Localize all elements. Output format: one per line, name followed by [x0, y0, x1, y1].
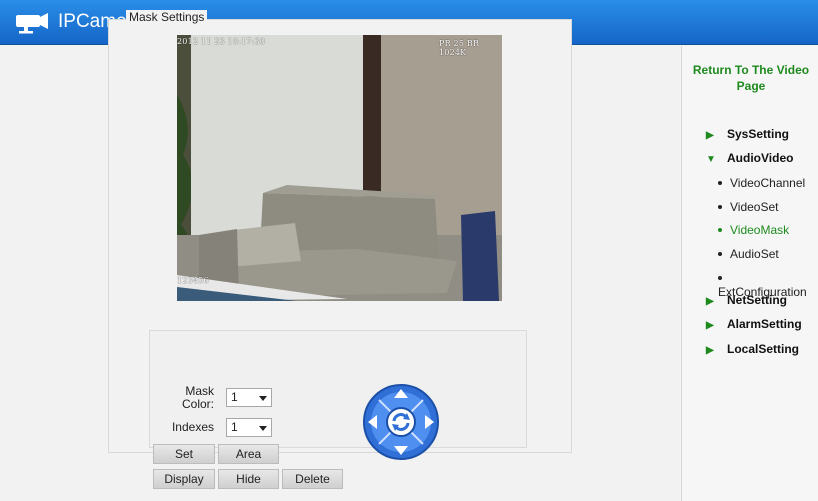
menu-audiovideo[interactable]: ▼ AudioVideo	[706, 151, 793, 165]
osd-bitrate: PR 25 BR 1024K	[439, 39, 480, 57]
menu-localsetting[interactable]: ▶ LocalSetting	[706, 342, 799, 356]
mask-color-label: Mask Color:	[181, 384, 214, 411]
triangle-down-icon: ▼	[706, 154, 716, 165]
video-frame-image	[177, 35, 502, 301]
triangle-right-icon: ▶	[706, 130, 714, 141]
bullet-icon	[718, 251, 722, 256]
area-button[interactable]: Area	[218, 444, 279, 464]
return-to-video-link[interactable]: Return To The Video Page	[686, 62, 816, 94]
triangle-right-icon: ▶	[706, 296, 714, 307]
menu-syssetting[interactable]: ▶ SysSetting	[706, 127, 789, 141]
chevron-down-icon	[259, 396, 267, 401]
sidebar-item-videochannel[interactable]: VideoChannel	[718, 176, 805, 190]
ptz-control[interactable]	[362, 383, 440, 461]
triangle-right-icon: ▶	[706, 320, 714, 331]
bullet-icon	[718, 275, 722, 280]
bullet-icon	[718, 227, 722, 232]
menu-alarmsetting[interactable]: ▶ AlarmSetting	[706, 317, 802, 331]
sidebar-item-audioset[interactable]: AudioSet	[718, 247, 779, 261]
bullet-icon	[718, 180, 722, 185]
mask-settings-legend: Mask Settings	[126, 10, 208, 24]
mask-color-select[interactable]: 1	[226, 388, 272, 407]
display-button[interactable]: Display	[153, 469, 215, 489]
menu-netsetting[interactable]: ▶ NetSetting	[706, 293, 787, 307]
osd-datetime: 2012 11 23 10:17:30	[177, 37, 266, 46]
delete-button[interactable]: Delete	[282, 469, 343, 489]
hide-button[interactable]: Hide	[218, 469, 279, 489]
indexes-select[interactable]: 1	[226, 418, 272, 437]
sidebar-item-videomask[interactable]: VideoMask	[718, 223, 789, 237]
mask-color-value: 1	[231, 390, 238, 404]
osd-label: 123456	[177, 276, 209, 285]
indexes-label: Indexes	[171, 420, 214, 434]
set-button[interactable]: Set	[153, 444, 215, 464]
video-preview[interactable]: 2012 11 23 10:17:30 PR 25 BR 1024K 12345…	[177, 35, 502, 301]
chevron-down-icon	[259, 426, 267, 431]
triangle-right-icon: ▶	[706, 345, 714, 356]
sidebar-item-videoset[interactable]: VideoSet	[718, 200, 779, 214]
camera-logo-icon	[16, 13, 48, 34]
indexes-value: 1	[231, 420, 238, 434]
bullet-icon	[718, 204, 722, 209]
